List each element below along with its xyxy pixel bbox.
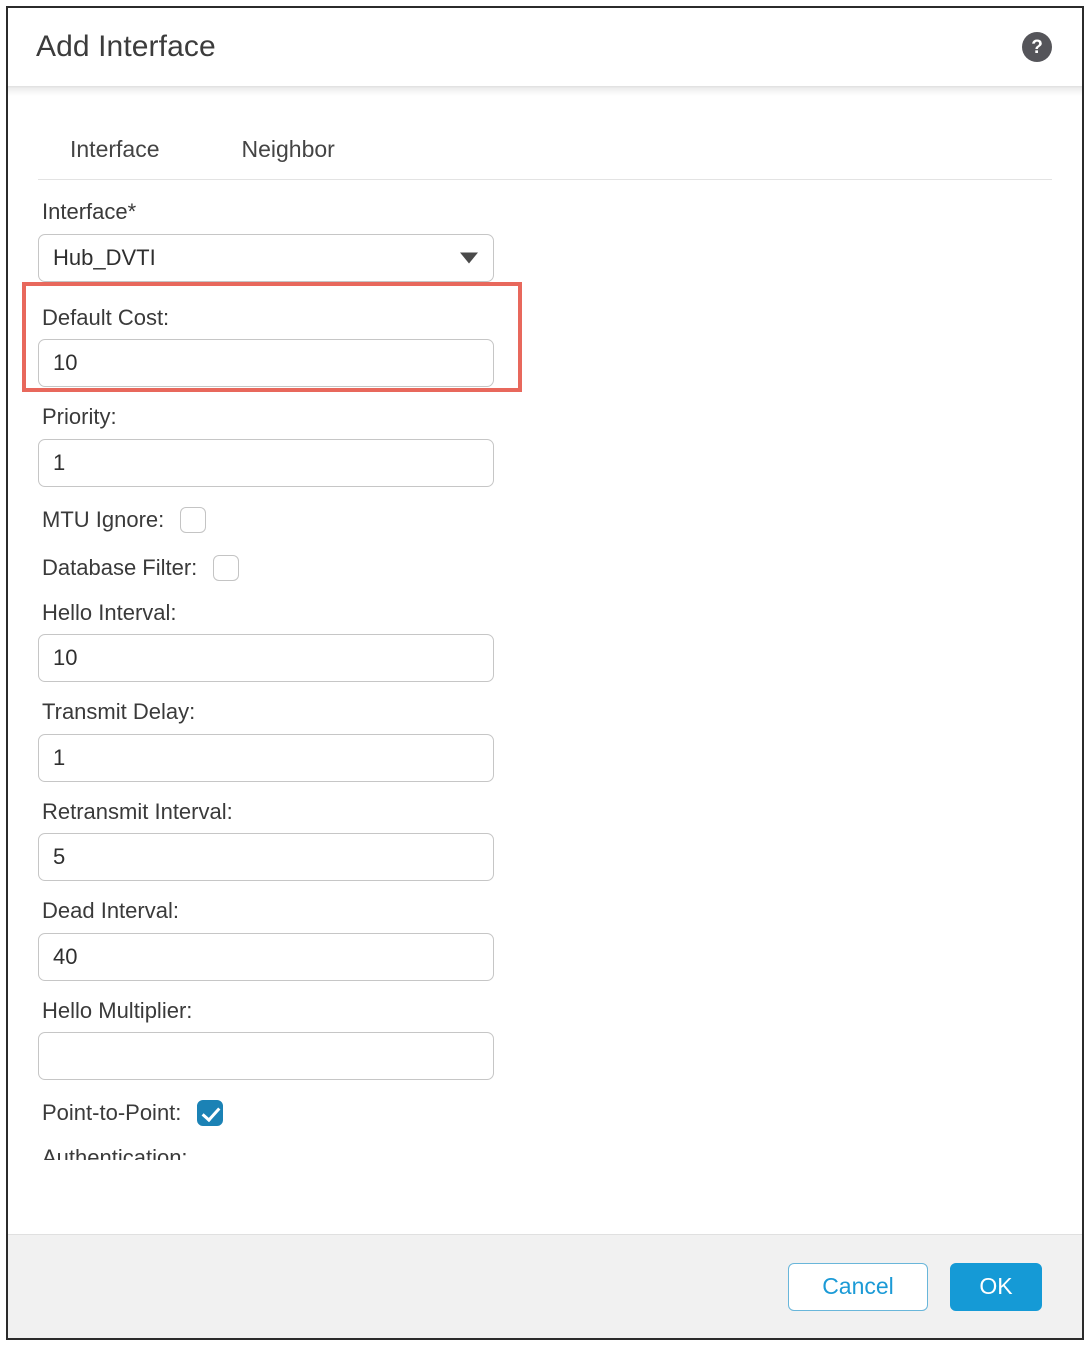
add-interface-dialog: Add Interface ? Interface Neighbor Inter… [6, 6, 1084, 1340]
mtu-ignore-row: MTU Ignore: [42, 503, 1052, 537]
retransmit-interval-label: Retransmit Interval: [42, 798, 233, 824]
dialog-title: Add Interface [36, 30, 216, 63]
interface-form: Interface* Hub_DVTI Default Cost: 10 Pri… [38, 180, 1052, 1160]
hello-interval-label: Hello Interval: [42, 599, 177, 625]
header-divider [8, 86, 1082, 96]
priority-label: Priority: [42, 404, 117, 429]
tab-bar: Interface Neighbor [38, 96, 1052, 180]
dialog-header: Add Interface ? [8, 8, 1082, 86]
screenshot-root: Add Interface ? Interface Neighbor Inter… [0, 0, 1090, 1346]
retransmit-interval-input[interactable]: 5 [38, 833, 494, 881]
hello-interval-input[interactable]: 10 [38, 634, 494, 682]
hello-multiplier-input[interactable] [38, 1032, 494, 1080]
point-to-point-label: Point-to-Point: [42, 1100, 182, 1125]
default-cost-label: Default Cost: [42, 304, 170, 330]
tab-interface[interactable]: Interface [66, 136, 192, 179]
interface-select-wrapper: Hub_DVTI [38, 233, 494, 282]
point-to-point-row: Point-to-Point: [42, 1096, 1052, 1130]
database-filter-label: Database Filter: [42, 554, 198, 580]
database-filter-checkbox[interactable] [213, 554, 240, 581]
dead-interval-label: Dead Interval: [42, 898, 179, 923]
cancel-button[interactable]: Cancel [788, 1262, 928, 1311]
dead-interval-input[interactable]: 40 [38, 932, 494, 981]
point-to-point-checkbox[interactable] [197, 1100, 224, 1126]
next-field-partial-label: Authentication: [42, 1145, 188, 1160]
default-cost-input[interactable]: 10 [38, 339, 494, 387]
mtu-ignore-label: MTU Ignore: [42, 506, 165, 532]
database-filter-row: Database Filter: [42, 551, 1052, 585]
hello-multiplier-label: Hello Multiplier: [42, 997, 193, 1023]
interface-label: Interface* [42, 199, 137, 224]
dialog-footer: Cancel OK [8, 1234, 1082, 1338]
transmit-delay-input[interactable]: 1 [38, 733, 494, 782]
transmit-delay-label: Transmit Delay: [42, 699, 196, 724]
tab-neighbor[interactable]: Neighbor [192, 136, 367, 179]
help-icon[interactable]: ? [1022, 32, 1052, 62]
mtu-ignore-checkbox[interactable] [180, 506, 207, 533]
priority-input[interactable]: 1 [38, 438, 494, 487]
interface-select[interactable]: Hub_DVTI [38, 233, 494, 282]
ok-button[interactable]: OK [950, 1262, 1042, 1311]
dialog-body: Interface Neighbor Interface* Hub_DVTI D… [8, 96, 1082, 1234]
